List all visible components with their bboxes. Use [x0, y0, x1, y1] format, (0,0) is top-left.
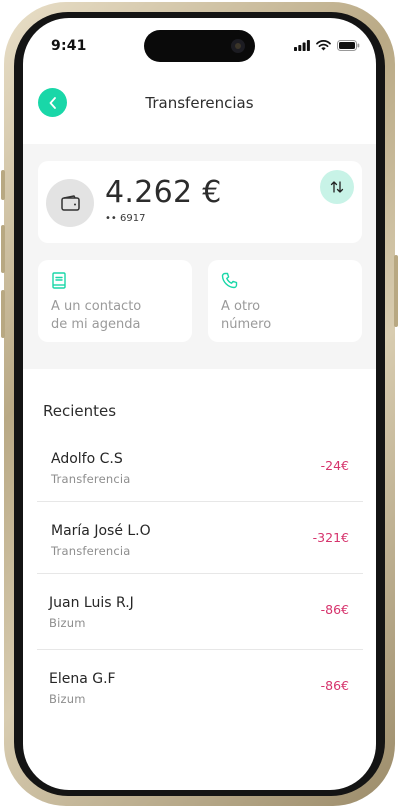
recents-list: Adolfo C.S Transferencia -24€ María José… [37, 430, 363, 726]
option-number-label-line1: A otro [221, 299, 261, 314]
option-number-label: A otro número [221, 298, 271, 334]
list-item[interactable]: Elena G.F Bizum -86€ [37, 650, 363, 726]
recents-title: Recientes [43, 402, 117, 420]
recipient-name: María José L.O [51, 523, 151, 539]
wallet-icon [60, 195, 80, 211]
camera-lens [231, 39, 245, 53]
phone-icon [221, 272, 238, 289]
transaction-type: Bizum [49, 616, 86, 630]
recipient-name: Juan Luis R.J [49, 595, 134, 611]
transaction-amount: -86€ [320, 602, 349, 617]
recipient-name: Adolfo C.S [51, 451, 123, 467]
battery-icon [337, 40, 360, 51]
list-item[interactable]: María José L.O Transferencia -321€ [37, 502, 363, 574]
transaction-type: Bizum [49, 692, 86, 706]
app-header: Transferencias [23, 88, 376, 128]
transaction-amount: -86€ [320, 678, 349, 693]
transaction-type: Transferencia [51, 544, 131, 558]
dynamic-island [144, 30, 255, 62]
option-other-number[interactable]: A otro número [208, 260, 362, 342]
list-item[interactable]: Adolfo C.S Transferencia -24€ [37, 430, 363, 502]
wifi-icon [316, 40, 331, 51]
page-title: Transferencias [145, 94, 254, 112]
transaction-amount: -24€ [320, 458, 349, 473]
signal-icon [294, 40, 310, 51]
app-screen: 9:41 Transferencias 4.262 € •• 6917 A un… [23, 18, 376, 790]
swap-arrows-icon [330, 181, 344, 193]
contacts-book-icon [52, 272, 66, 289]
transaction-amount: -321€ [312, 530, 349, 545]
status-icons [294, 40, 360, 51]
transaction-type: Transferencia [51, 472, 131, 486]
action-button [1, 170, 5, 200]
balance-card[interactable]: 4.262 € •• 6917 [38, 161, 362, 243]
card-number: •• 6917 [105, 213, 146, 224]
balance-amount: 4.262 € [105, 175, 222, 210]
status-time: 9:41 [51, 38, 87, 54]
option-contact-label-line2: de mi agenda [51, 317, 141, 332]
wallet-avatar [46, 179, 94, 227]
volume-down-button [1, 290, 5, 338]
swap-account-button[interactable] [320, 170, 354, 204]
power-button [394, 255, 398, 327]
option-contact-label-line1: A un contacto [51, 299, 142, 314]
option-contact-agenda[interactable]: A un contacto de mi agenda [38, 260, 192, 342]
volume-up-button [1, 225, 5, 273]
option-contact-label: A un contacto de mi agenda [51, 298, 141, 334]
option-number-label-line2: número [221, 317, 272, 332]
list-item[interactable]: Juan Luis R.J Bizum -86€ [37, 574, 363, 650]
status-bar: 9:41 [23, 18, 376, 70]
recipient-name: Elena G.F [49, 671, 116, 687]
